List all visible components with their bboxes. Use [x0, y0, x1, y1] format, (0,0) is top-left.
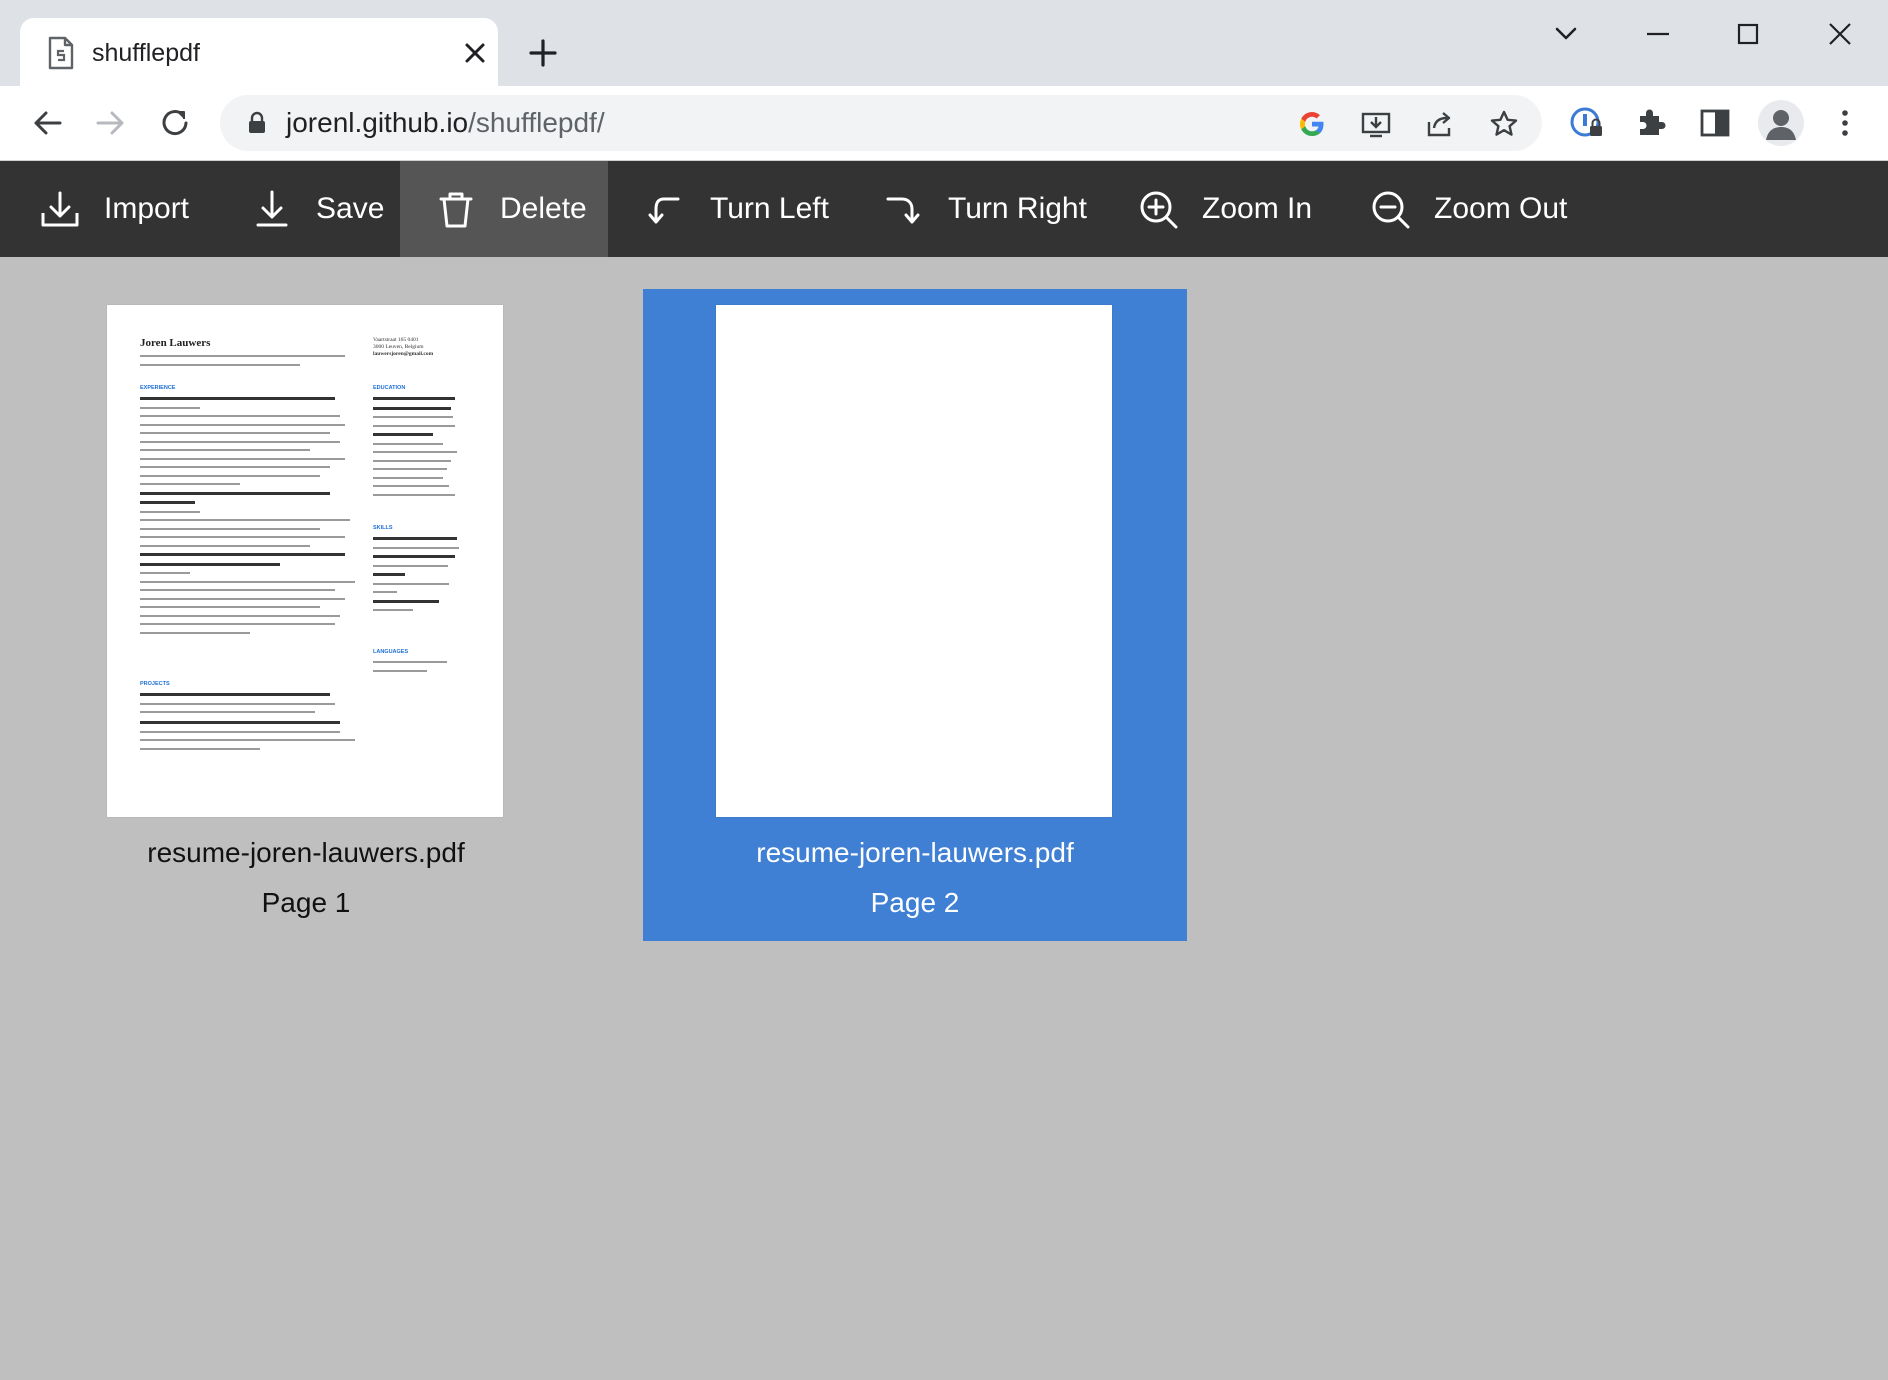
resume-contact-line: lauwersjoren@gmail.com	[373, 351, 434, 357]
delete-button[interactable]: Delete	[400, 161, 608, 257]
zoom-out-icon	[1372, 191, 1410, 229]
resume-section-education: EDUCATION	[373, 385, 406, 391]
import-button[interactable]: Import	[38, 161, 189, 257]
resume-intro-lines	[140, 355, 350, 372]
download-icon	[256, 190, 288, 227]
page-thumbnail-blank[interactable]	[716, 305, 1112, 817]
extensions-puzzle-icon[interactable]	[1632, 104, 1670, 142]
lock-icon[interactable]	[246, 111, 268, 135]
resume-education-lines	[373, 397, 463, 502]
tab-strip: shufflepdf	[0, 0, 1888, 86]
zoom-in-label: Zoom In	[1202, 192, 1313, 225]
browser-navbar: jorenl.github.io/shufflepdf/	[0, 86, 1888, 161]
turn-left-button[interactable]: Turn Left	[644, 161, 829, 257]
resume-contact-line: 3000 Leuven, Belgium	[373, 344, 424, 350]
resume-preview: Joren Lauwers Vaartstraat 165 0401 3000 …	[107, 305, 503, 817]
tab-search-chevron-down-icon[interactable]	[1546, 14, 1586, 54]
resume-experience-lines	[140, 397, 355, 640]
back-arrow-icon[interactable]	[28, 104, 66, 142]
google-icon[interactable]	[1296, 108, 1328, 140]
forward-arrow-icon[interactable]	[92, 104, 130, 142]
trash-icon	[439, 192, 473, 228]
page-filename: resume-joren-lauwers.pdf	[147, 837, 465, 868]
import-label: Import	[104, 192, 190, 225]
browser-window: shufflepdf jorenl.github.io/shufflepdf/ …	[0, 0, 1888, 1380]
zoom-in-icon	[1140, 191, 1178, 229]
more-options-kebab-icon[interactable]	[1826, 104, 1864, 142]
rotate-right-icon	[886, 197, 920, 224]
resume-contact-line: Vaartstraat 165 0401	[373, 337, 419, 343]
import-icon	[41, 191, 79, 227]
close-tab-icon[interactable]	[460, 38, 490, 68]
resume-projects-lines	[140, 693, 355, 756]
bookmark-star-icon[interactable]	[1488, 108, 1520, 140]
resume-contact: Vaartstraat 165 0401 3000 Leuven, Belgiu…	[373, 337, 483, 358]
resume-section-skills: SKILLS	[373, 525, 393, 531]
resume-skills-lines	[373, 537, 463, 618]
profile-person-icon	[1766, 110, 1796, 140]
password-manager-extension-icon[interactable]	[1568, 104, 1606, 142]
url-text[interactable]: jorenl.github.io/shufflepdf/	[286, 105, 605, 141]
resume-section-projects: PROJECTS	[140, 681, 170, 687]
zoom-out-button[interactable]: Zoom Out	[1368, 161, 1567, 257]
url-host: jorenl.github.io	[286, 107, 469, 138]
rotate-left-icon	[648, 197, 680, 224]
address-bar[interactable]: jorenl.github.io/shufflepdf/	[220, 95, 1542, 151]
turn-right-button[interactable]: Turn Right	[882, 161, 1087, 257]
url-path: /shufflepdf/	[468, 107, 605, 138]
delete-label: Delete	[500, 192, 587, 225]
resume-section-languages: LANGUAGES	[373, 649, 409, 655]
share-icon[interactable]	[1424, 108, 1456, 140]
page-card-1[interactable]: Joren Lauwers Vaartstraat 165 0401 3000 …	[34, 289, 578, 941]
page-number-label: Page 1	[261, 887, 351, 918]
close-window-icon[interactable]	[1820, 14, 1860, 54]
document-icon	[48, 36, 74, 70]
page-card-2[interactable]: resume-joren-lauwers.pdf Page 2	[643, 289, 1187, 941]
minimize-icon[interactable]	[1638, 14, 1678, 54]
browser-tab-shufflepdf[interactable]: shufflepdf	[20, 18, 498, 86]
zoom-out-label: Zoom Out	[1434, 192, 1568, 225]
turn-left-label: Turn Left	[710, 192, 829, 225]
page-thumbnail[interactable]: Joren Lauwers Vaartstraat 165 0401 3000 …	[107, 305, 503, 817]
maximize-icon[interactable]	[1728, 14, 1768, 54]
turn-right-label: Turn Right	[948, 192, 1087, 225]
app-toolbar: Import Save Delete Turn Left Turn Right …	[0, 161, 1888, 257]
save-label: Save	[316, 192, 385, 225]
new-tab-icon[interactable]	[526, 36, 560, 70]
tab-title: shufflepdf	[92, 39, 200, 67]
resume-languages-lines	[373, 661, 463, 678]
install-app-icon[interactable]	[1360, 108, 1392, 140]
page-number-label: Page 2	[870, 887, 960, 918]
profile-avatar[interactable]	[1758, 100, 1804, 146]
resume-section-experience: EXPERIENCE	[140, 385, 176, 391]
zoom-in-button[interactable]: Zoom In	[1136, 161, 1312, 257]
resume-name: Joren Lauwers	[140, 337, 211, 349]
page-filename: resume-joren-lauwers.pdf	[756, 837, 1074, 868]
side-panel-icon[interactable]	[1696, 104, 1734, 142]
save-button[interactable]: Save	[250, 161, 384, 257]
reload-icon[interactable]	[156, 104, 194, 142]
